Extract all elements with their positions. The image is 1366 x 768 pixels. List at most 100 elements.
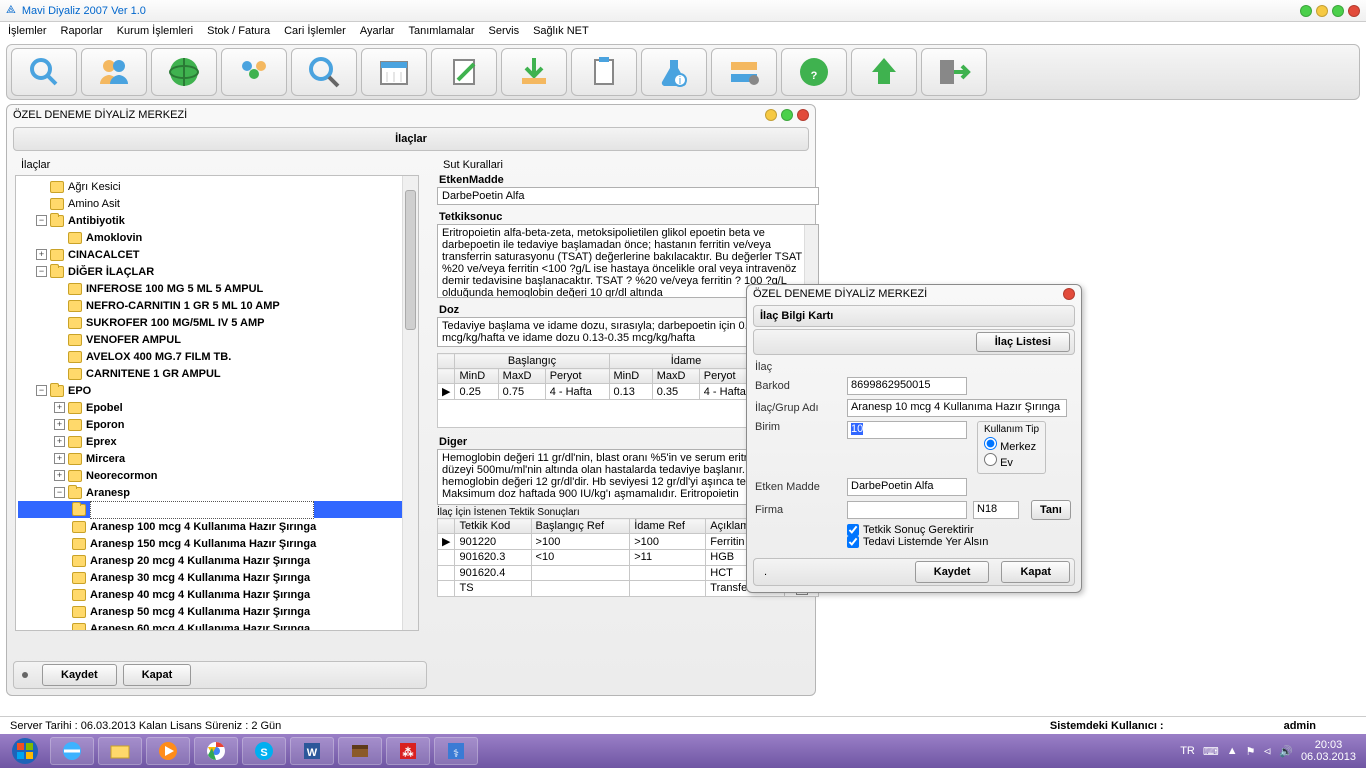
task-skype-icon[interactable]: S: [242, 737, 286, 765]
popup-close-button[interactable]: Kapat: [1001, 561, 1070, 583]
tree-node[interactable]: +Mircera: [18, 450, 416, 467]
radio-ev[interactable]: Ev: [984, 457, 1013, 469]
code-field[interactable]: N18: [973, 501, 1019, 519]
tray-vol-icon[interactable]: 🔊: [1279, 745, 1293, 758]
task-explorer-icon[interactable]: [98, 737, 142, 765]
tray-lang[interactable]: TR: [1180, 745, 1195, 757]
tree-node[interactable]: +Neorecormon: [18, 467, 416, 484]
tb-users-icon[interactable]: [81, 48, 147, 96]
tree-node[interactable]: INFEROSE 100 MG 5 ML 5 AMPUL: [18, 280, 416, 297]
tree-node-selected[interactable]: Aranesp 10 mcg 4 Kullanıma Hazır Şırınga: [18, 501, 416, 518]
tray-clock[interactable]: 20:0306.03.2013: [1301, 739, 1356, 763]
tb-settings-icon[interactable]: [711, 48, 777, 96]
tree-node[interactable]: +Epobel: [18, 399, 416, 416]
close-dot-icon[interactable]: [1348, 5, 1360, 17]
tb-up-icon[interactable]: [851, 48, 917, 96]
tb-magnify-icon[interactable]: [291, 48, 357, 96]
tree-node[interactable]: −EPO: [18, 382, 416, 399]
tani-button[interactable]: Tanı: [1031, 500, 1071, 520]
tree-node[interactable]: VENOFER AMPUL: [18, 331, 416, 348]
tree-node[interactable]: Amoklovin: [18, 229, 416, 246]
tree-node[interactable]: Aranesp 30 mcg 4 Kullanıma Hazır Şırınga: [18, 569, 416, 586]
tb-flask-icon[interactable]: i: [641, 48, 707, 96]
tree-node[interactable]: Aranesp 50 mcg 4 Kullanıma Hazır Şırınga: [18, 603, 416, 620]
tb-download-icon[interactable]: [501, 48, 567, 96]
tb-help-icon[interactable]: ?: [781, 48, 847, 96]
main-toolbar: i ?: [6, 44, 1360, 100]
panel-min-icon[interactable]: [765, 109, 777, 121]
min-dot-icon[interactable]: [1300, 5, 1312, 17]
menu-kurum[interactable]: Kurum İşlemleri: [117, 25, 193, 37]
tb-calendar-icon[interactable]: [361, 48, 427, 96]
tb-clipboard-icon[interactable]: [571, 48, 637, 96]
menu-islemler[interactable]: İşlemler: [8, 25, 47, 37]
tb-exit-icon[interactable]: [921, 48, 987, 96]
panel-close-icon[interactable]: [797, 109, 809, 121]
max-dot-icon[interactable]: [1316, 5, 1328, 17]
lbl-birim: Birim: [755, 421, 841, 433]
drug-tree[interactable]: Ağrı Kesici Amino Asit −Antibiyotik Amok…: [15, 175, 419, 631]
system-tray[interactable]: TR ⌨ ▲ ⚑ ⏿ 🔊 20:0306.03.2013: [1180, 739, 1362, 763]
tree-node[interactable]: Aranesp 60 mcg 4 Kullanıma Hazır Şırınga: [18, 620, 416, 631]
chk-tetkik[interactable]: Tetkik Sonuç Gerektirir: [847, 524, 1073, 536]
tree-node[interactable]: +Eporon: [18, 416, 416, 433]
firma-field[interactable]: [847, 501, 967, 519]
task-ie-icon[interactable]: [50, 737, 94, 765]
tb-search-icon[interactable]: [11, 48, 77, 96]
status-left: Server Tarihi : 06.03.2013 Kalan Lisans …: [10, 720, 281, 732]
barkod-field[interactable]: 8699862950015: [847, 377, 967, 395]
tree-node[interactable]: Amino Asit: [18, 195, 416, 212]
restore-dot-icon[interactable]: [1332, 5, 1344, 17]
menu-stok[interactable]: Stok / Fatura: [207, 25, 270, 37]
svg-text:S: S: [260, 747, 267, 759]
start-button[interactable]: [4, 736, 46, 766]
birim-field[interactable]: 10: [847, 421, 967, 439]
tb-globe-icon[interactable]: [151, 48, 217, 96]
main-close-button[interactable]: Kapat: [123, 664, 192, 686]
menu-servis[interactable]: Servis: [489, 25, 520, 37]
tree-node[interactable]: +CINACALCET: [18, 246, 416, 263]
tray-flag-icon[interactable]: ▲: [1227, 745, 1238, 757]
tree-node[interactable]: Aranesp 150 mcg 4 Kullanıma Hazır Şırıng…: [18, 535, 416, 552]
ilac-listesi-button[interactable]: İlaç Listesi: [976, 332, 1070, 352]
menu-saglik[interactable]: Sağlık NET: [533, 25, 589, 37]
menu-cari[interactable]: Cari İşlemler: [284, 25, 346, 37]
task-chrome-icon[interactable]: [194, 737, 238, 765]
tree-node[interactable]: Aranesp 40 mcg 4 Kullanıma Hazır Şırınga: [18, 586, 416, 603]
popup-save-button[interactable]: Kaydet: [915, 561, 990, 583]
etken-field[interactable]: DarbePoetin Alfa: [437, 187, 819, 205]
task-winrar-icon[interactable]: [338, 737, 382, 765]
chk-tedavi[interactable]: Tedavi Listemde Yer Alsın: [847, 536, 1073, 548]
tree-node[interactable]: SUKROFER 100 MG/5ML IV 5 AMP: [18, 314, 416, 331]
tree-node[interactable]: AVELOX 400 MG.7 FILM TB.: [18, 348, 416, 365]
tree-node[interactable]: −Aranesp: [18, 484, 416, 501]
task-word-icon[interactable]: W: [290, 737, 334, 765]
tree-node[interactable]: Ağrı Kesici: [18, 178, 416, 195]
task-media-icon[interactable]: [146, 737, 190, 765]
tray-flag2-icon[interactable]: ⚑: [1246, 745, 1256, 758]
tb-group-icon[interactable]: [221, 48, 287, 96]
grup-field[interactable]: Aranesp 10 mcg 4 Kullanıma Hazır Şırınga: [847, 399, 1067, 417]
etken-field-popup[interactable]: DarbePoetin Alfa: [847, 478, 967, 496]
task-medical-icon[interactable]: ⚕: [434, 737, 478, 765]
popup-close-icon[interactable]: [1063, 288, 1075, 300]
tree-node[interactable]: −DİĞER İLAÇLAR: [18, 263, 416, 280]
tree-node[interactable]: −Antibiyotik: [18, 212, 416, 229]
tray-net-icon[interactable]: ⏿: [1264, 745, 1272, 758]
main-save-button[interactable]: Kaydet: [42, 664, 117, 686]
tb-note-icon[interactable]: [431, 48, 497, 96]
menu-raporlar[interactable]: Raporlar: [61, 25, 103, 37]
tree-node[interactable]: Aranesp 20 mcg 4 Kullanıma Hazır Şırınga: [18, 552, 416, 569]
tree-node[interactable]: Aranesp 100 mcg 4 Kullanıma Hazır Şırıng…: [18, 518, 416, 535]
tree-scrollbar[interactable]: [402, 176, 418, 630]
radio-merkez[interactable]: Merkez: [984, 441, 1036, 453]
task-pdf-icon[interactable]: ⁂: [386, 737, 430, 765]
tree-node[interactable]: NEFRO-CARNITIN 1 GR 5 ML 10 AMP: [18, 297, 416, 314]
tree-node[interactable]: +Eprex: [18, 433, 416, 450]
tray-keyboard-icon[interactable]: ⌨: [1203, 745, 1219, 758]
panel-max-icon[interactable]: [781, 109, 793, 121]
main-panel: ÖZEL DENEME DİYALİZ MERKEZİ İlaçlar İlaç…: [6, 104, 816, 696]
menu-tanimlamalar[interactable]: Tanımlamalar: [408, 25, 474, 37]
tree-node[interactable]: CARNITENE 1 GR AMPUL: [18, 365, 416, 382]
menu-ayarlar[interactable]: Ayarlar: [360, 25, 395, 37]
